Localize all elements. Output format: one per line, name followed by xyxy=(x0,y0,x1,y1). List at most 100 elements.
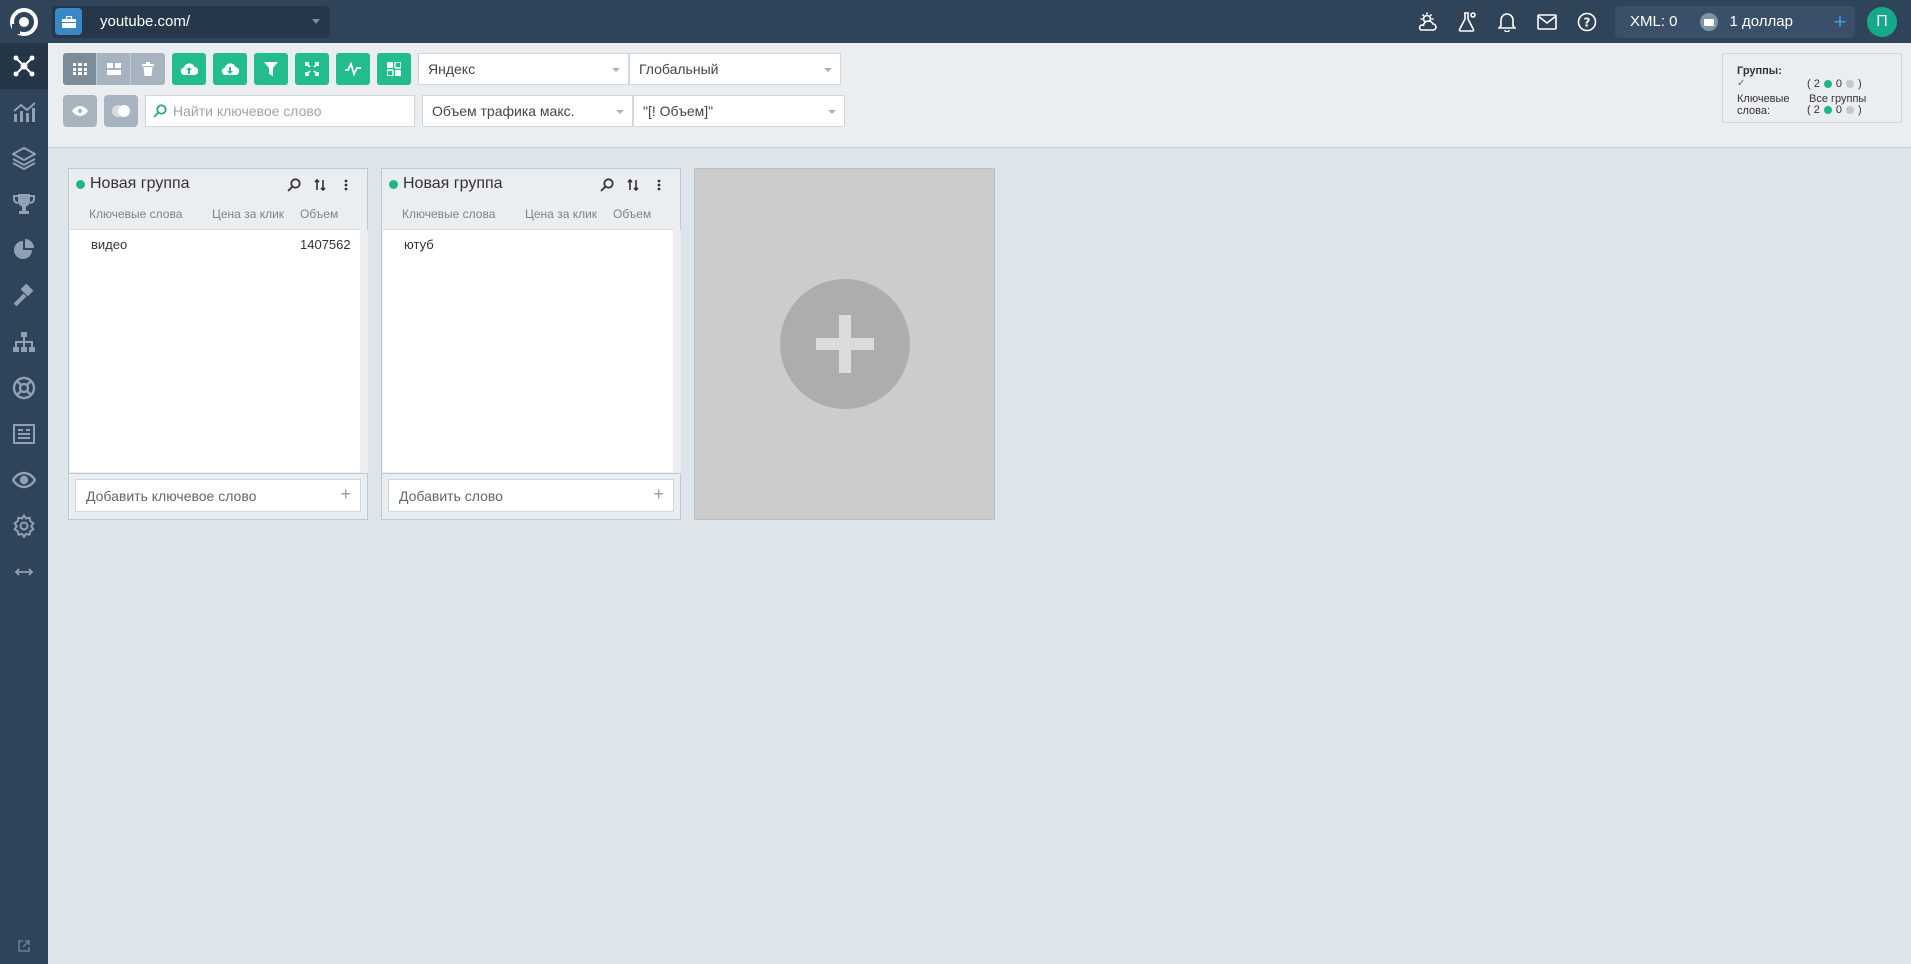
group-sort-button[interactable] xyxy=(620,174,646,196)
scrollbar[interactable] xyxy=(673,230,681,473)
sidebar-item-monitoring[interactable] xyxy=(0,457,48,503)
xml-counter[interactable]: XML: 0 xyxy=(1630,13,1678,30)
search-engine-select[interactable]: Яндекс xyxy=(418,53,629,85)
sidebar-item-settings[interactable] xyxy=(0,503,48,549)
network-icon xyxy=(13,55,35,77)
eye-icon xyxy=(12,471,36,489)
expand-arrows-icon xyxy=(305,62,319,76)
cluster-button[interactable] xyxy=(295,53,329,85)
logo-icon[interactable] xyxy=(0,0,48,43)
delete-button[interactable] xyxy=(131,53,165,85)
scrollbar[interactable] xyxy=(360,230,368,473)
keyword-list: ютуб xyxy=(383,229,681,473)
project-selector[interactable]: youtube.com/ xyxy=(52,5,330,38)
flask-icon[interactable] xyxy=(1447,0,1487,43)
puzzle-button[interactable] xyxy=(377,53,411,85)
puzzle-icon xyxy=(387,62,401,76)
sidebar-item-support[interactable] xyxy=(0,365,48,411)
mail-icon[interactable] xyxy=(1527,0,1567,43)
arrows-horizontal-icon xyxy=(14,568,34,576)
bell-icon[interactable] xyxy=(1487,0,1527,43)
balance-amount[interactable]: 1 доллар xyxy=(1730,13,1793,30)
plus-icon xyxy=(779,279,910,409)
list-item[interactable]: ютуб xyxy=(383,230,673,258)
keyword-text: видео xyxy=(91,237,128,252)
columns-view-button[interactable] xyxy=(97,53,131,85)
cloud-upload-icon xyxy=(180,63,198,76)
add-funds-button[interactable]: + xyxy=(1831,10,1849,32)
group-title[interactable]: Новая группа xyxy=(90,175,190,193)
add-keyword-input[interactable] xyxy=(399,487,639,504)
status-dot xyxy=(389,179,398,189)
download-button[interactable] xyxy=(213,53,247,85)
grid-view-button[interactable] xyxy=(63,53,97,85)
list-item[interactable]: видео 1407562 xyxy=(70,230,360,258)
briefcase-icon xyxy=(55,8,82,35)
project-name: youtube.com/ xyxy=(100,13,191,30)
filter-button[interactable] xyxy=(254,53,288,85)
sidebar-item-analytics[interactable] xyxy=(0,89,48,135)
avatar[interactable]: П xyxy=(1867,6,1897,37)
add-keyword-box[interactable]: + xyxy=(388,479,674,512)
wallet-icon xyxy=(1699,12,1718,31)
help-icon[interactable]: ? xyxy=(1567,0,1607,43)
top-bar: youtube.com/ ? XML: 0 1 доллар + П xyxy=(0,0,1911,43)
keywords-counts: ( 2 0) xyxy=(1807,104,1862,116)
group-sort-button[interactable] xyxy=(307,174,333,196)
keywords-label: Ключевые слова: xyxy=(1737,93,1790,117)
col-cpc[interactable]: Цена за клик xyxy=(212,207,284,221)
add-keyword-button[interactable]: + xyxy=(653,484,664,505)
report-icon xyxy=(13,424,35,444)
search-input[interactable] xyxy=(173,103,403,119)
external-link-icon[interactable] xyxy=(0,936,48,956)
search-icon xyxy=(287,178,301,192)
group-search-button[interactable] xyxy=(594,174,620,196)
sort-select[interactable]: Объем трафика макс. xyxy=(422,95,633,127)
add-keyword-input[interactable] xyxy=(86,487,326,504)
sidebar-expand[interactable] xyxy=(0,549,48,595)
sidebar-item-layers[interactable] xyxy=(0,135,48,181)
visibility-toggle[interactable] xyxy=(63,95,97,127)
keyword-text: ютуб xyxy=(404,237,434,252)
sidebar-item-structure[interactable] xyxy=(0,319,48,365)
pulse-icon xyxy=(345,62,361,76)
upload-button[interactable] xyxy=(172,53,206,85)
col-volume[interactable]: Объем xyxy=(613,207,651,221)
weather-icon[interactable] xyxy=(1407,0,1447,43)
trophy-icon xyxy=(13,194,35,214)
group-title[interactable]: Новая группа xyxy=(403,175,503,193)
compare-toggle[interactable] xyxy=(104,95,138,127)
lifebuoy-icon xyxy=(12,376,36,400)
sort-value: Объем трафика макс. xyxy=(432,103,575,119)
add-keyword-button[interactable]: + xyxy=(340,484,351,505)
trend-button[interactable] xyxy=(336,53,370,85)
col-cpc[interactable]: Цена за клик xyxy=(525,207,597,221)
group-menu-button[interactable] xyxy=(333,174,359,196)
sidebar-item-segments[interactable] xyxy=(0,227,48,273)
sidebar-item-competitors[interactable] xyxy=(0,181,48,227)
eye-icon xyxy=(72,106,88,116)
col-keywords[interactable]: Ключевые слова xyxy=(402,207,495,221)
sort-icon xyxy=(627,179,639,191)
sort-icon xyxy=(314,179,326,191)
col-volume[interactable]: Объем xyxy=(300,207,338,221)
add-keyword-box[interactable]: + xyxy=(75,479,361,512)
keyword-search[interactable] xyxy=(145,95,415,127)
group-column-headers: Ключевые слова Цена за клик Объем xyxy=(382,199,680,228)
group-menu-button[interactable] xyxy=(646,174,672,196)
group-search-button[interactable] xyxy=(281,174,307,196)
add-group-button[interactable] xyxy=(694,168,995,520)
sidebar-item-clustering[interactable] xyxy=(0,43,48,89)
all-groups-link[interactable]: Все группы xyxy=(1809,93,1866,105)
circles-icon xyxy=(112,105,130,117)
sidebar-item-reports[interactable] xyxy=(0,411,48,457)
sitemap-icon xyxy=(13,332,35,352)
grid-icon xyxy=(72,63,87,75)
pie-chart-icon xyxy=(14,239,34,259)
match-type-select[interactable]: "[! Объем]" xyxy=(633,95,845,127)
region-select[interactable]: Глобальный xyxy=(629,53,841,85)
chevron-down-icon xyxy=(616,110,624,114)
col-keywords[interactable]: Ключевые слова xyxy=(89,207,182,221)
more-vertical-icon xyxy=(657,179,661,191)
sidebar-item-tools[interactable] xyxy=(0,273,48,319)
